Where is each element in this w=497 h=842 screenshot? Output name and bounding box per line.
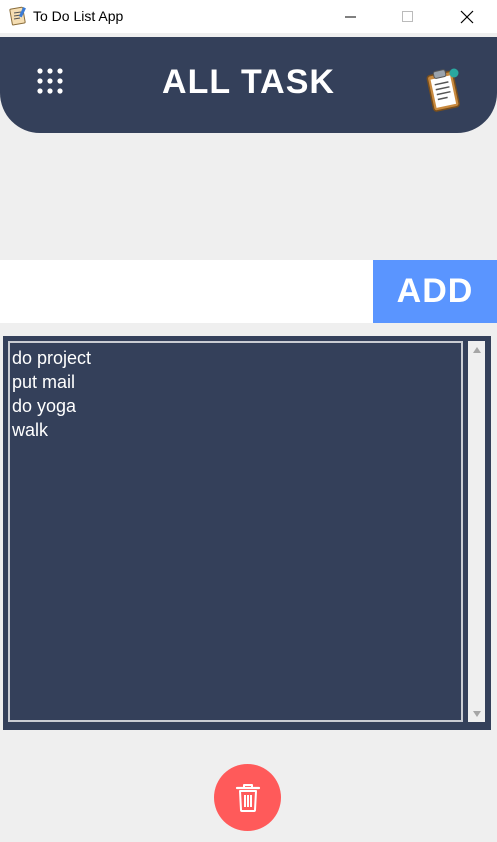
task-input[interactable] [0, 260, 373, 323]
maximize-icon [402, 10, 413, 22]
close-button[interactable] [444, 0, 490, 33]
window-titlebar: To Do List App [0, 0, 497, 33]
maximize-button[interactable] [385, 0, 431, 33]
scroll-down-arrow-icon [472, 710, 481, 717]
list-item[interactable]: do yoga [10, 394, 461, 418]
trash-icon [235, 783, 260, 812]
close-icon [460, 10, 474, 23]
clipboard-icon [426, 68, 460, 112]
app-notepad-icon [9, 6, 26, 26]
add-button[interactable]: ADD [373, 260, 497, 323]
minimize-button[interactable] [328, 0, 374, 33]
scroll-up-arrow-icon [472, 346, 481, 353]
list-item[interactable]: walk [10, 418, 461, 442]
page-title: ALL TASK [162, 63, 335, 101]
list-item[interactable]: put mail [10, 370, 461, 394]
minimize-icon [345, 16, 356, 17]
delete-button[interactable] [214, 764, 281, 831]
window-title: To Do List App [33, 8, 124, 24]
list-item[interactable]: do project [10, 346, 461, 370]
task-list-frame: do project put mail do yoga walk [3, 336, 491, 730]
scroll-down-button[interactable] [468, 705, 485, 722]
list-scrollbar[interactable] [468, 341, 485, 722]
app-header: ALL TASK [0, 37, 497, 133]
scroll-up-button[interactable] [468, 341, 485, 358]
task-listbox[interactable]: do project put mail do yoga walk [8, 341, 463, 722]
